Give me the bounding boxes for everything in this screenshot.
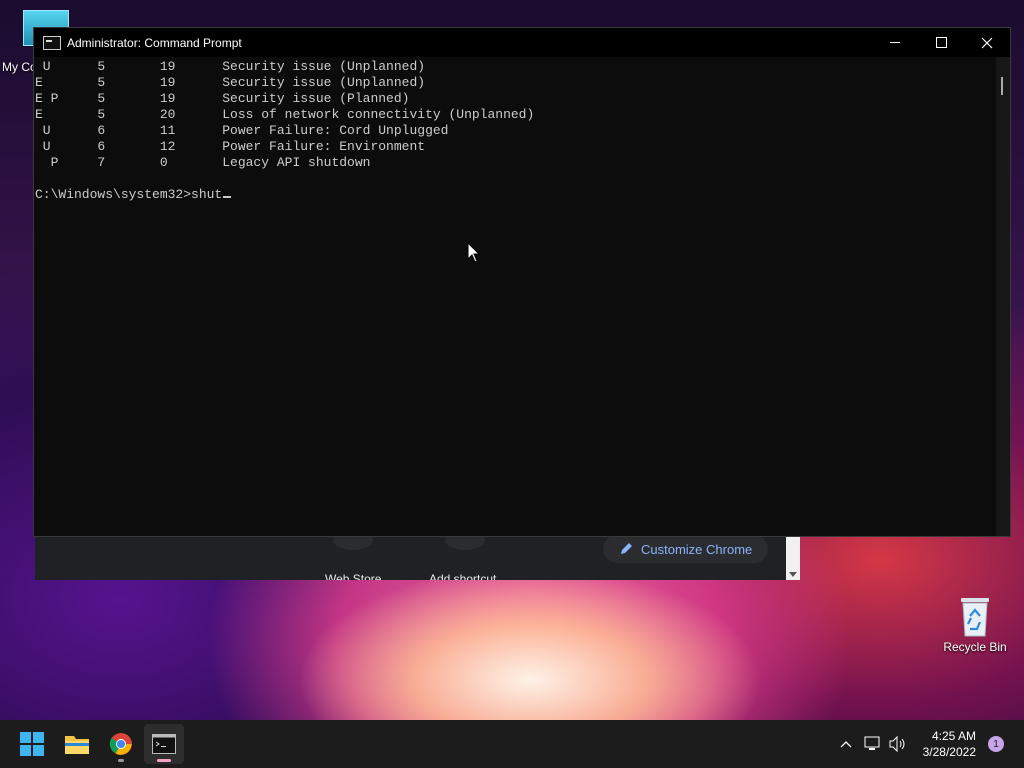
show-hidden-icons-button[interactable] <box>836 720 856 768</box>
clock-time: 4:25 AM <box>931 729 976 743</box>
minimize-icon <box>890 42 900 43</box>
console-line: U 5 19 Security issue (Unplanned) <box>35 59 426 74</box>
command-input-text[interactable]: C:\Windows\system32>shut <box>35 187 222 202</box>
command-prompt-icon <box>43 35 61 50</box>
start-button[interactable] <box>12 724 52 764</box>
close-icon <box>981 37 993 48</box>
window-title: Administrator: Command Prompt <box>67 35 242 50</box>
notification-badge[interactable]: 1 <box>988 736 1004 752</box>
close-button[interactable] <box>964 28 1010 57</box>
maximize-button[interactable] <box>918 28 964 57</box>
console-line: P 7 0 Legacy API shutdown <box>35 155 371 170</box>
file-explorer-icon <box>65 736 89 754</box>
text-cursor <box>223 196 232 198</box>
network-icon <box>864 736 880 750</box>
console-line: U 6 12 Power Failure: Environment <box>35 139 426 154</box>
chrome-button[interactable] <box>101 724 141 764</box>
console-line: E 5 20 Loss of network connectivity (Unp… <box>35 107 535 122</box>
console-line: E P 5 19 Security issue (Planned) <box>35 91 410 106</box>
pencil-icon <box>621 543 632 554</box>
clock-date: 3/28/2022 <box>922 745 976 759</box>
command-prompt-window[interactable]: Administrator: Command Prompt U 5 19 Sec… <box>33 27 1011 537</box>
add-shortcut-label[interactable]: Add shortcut <box>429 572 496 580</box>
title-bar[interactable]: Administrator: Command Prompt <box>34 28 1010 57</box>
minimize-button[interactable] <box>872 28 918 57</box>
web-store-label[interactable]: Web Store <box>325 572 381 580</box>
console-scrollbar[interactable] <box>996 57 1010 536</box>
recycle-bin-label: Recycle Bin <box>943 640 1007 654</box>
maximize-icon <box>935 37 947 48</box>
file-explorer-button[interactable] <box>57 724 97 764</box>
customize-chrome-label: Customize Chrome <box>641 541 753 557</box>
customize-chrome-button[interactable]: Customize Chrome <box>603 535 768 563</box>
chevron-up-icon <box>840 741 852 748</box>
recycle-bin-desktop-icon[interactable]: Recycle Bin <box>938 596 1012 654</box>
taskbar: 4:25 AM 3/28/2022 <box>0 720 1024 768</box>
command-prompt-icon <box>152 734 176 754</box>
start-icon <box>20 732 44 756</box>
running-indicator <box>118 759 124 762</box>
my-computer-label: My Co <box>2 60 37 74</box>
scrollbar-thumb[interactable] <box>1001 77 1003 95</box>
console-output[interactable]: U 5 19 Security issue (Unplanned) E 5 19… <box>34 57 996 536</box>
volume-button[interactable] <box>887 720 909 768</box>
recycle-bin-icon <box>958 596 992 638</box>
command-input-line[interactable]: C:\Windows\system32>shut <box>35 187 996 203</box>
speaker-icon <box>889 736 905 752</box>
console-line: E 5 19 Security issue (Unplanned) <box>35 75 426 90</box>
clock-button[interactable]: 4:25 AM 3/28/2022 <box>923 728 976 760</box>
command-prompt-taskbar-button[interactable] <box>144 724 184 764</box>
scroll-down-arrow-icon[interactable] <box>789 572 797 577</box>
network-status-button[interactable] <box>862 720 884 768</box>
console-line: U 6 11 Power Failure: Cord Unplugged <box>35 123 449 138</box>
chrome-icon <box>109 733 132 755</box>
running-indicator <box>157 759 171 762</box>
mouse-pointer-icon <box>467 242 481 263</box>
